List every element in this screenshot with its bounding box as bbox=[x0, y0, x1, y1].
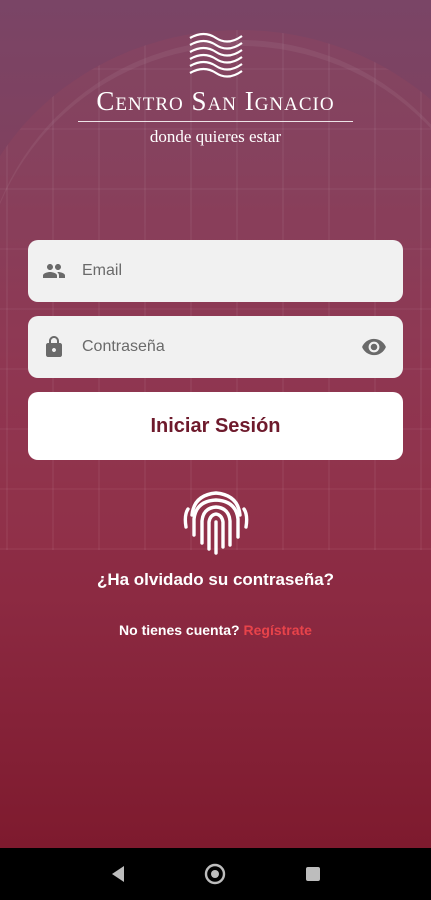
brand-tagline: donde quieres estar bbox=[149, 127, 282, 146]
brand-divider bbox=[78, 121, 353, 122]
email-input[interactable] bbox=[80, 250, 403, 292]
wave-logo-icon bbox=[188, 32, 243, 78]
password-field[interactable] bbox=[28, 316, 403, 378]
email-field[interactable] bbox=[28, 240, 403, 302]
signup-link[interactable]: Regístrate bbox=[244, 622, 312, 638]
signup-row: No tienes cuenta? Regístrate bbox=[0, 622, 431, 638]
password-input[interactable] bbox=[80, 326, 361, 368]
brand-name: Centro San Ignacio bbox=[96, 86, 335, 116]
back-icon[interactable] bbox=[106, 862, 130, 886]
login-screen: Centro San Ignacio donde quieres estar I… bbox=[0, 0, 431, 848]
recents-icon[interactable] bbox=[301, 862, 325, 886]
login-button[interactable]: Iniciar Sesión bbox=[28, 392, 403, 460]
forgot-password-link[interactable]: ¿Ha olvidado su contraseña? bbox=[0, 570, 431, 590]
lock-icon bbox=[46, 336, 62, 357]
home-icon[interactable] bbox=[203, 862, 227, 886]
people-icon bbox=[43, 264, 65, 278]
system-nav-bar bbox=[0, 848, 431, 900]
eye-icon[interactable] bbox=[361, 334, 387, 360]
fingerprint-icon[interactable] bbox=[180, 485, 252, 557]
signup-prompt: No tienes cuenta? bbox=[119, 622, 240, 638]
brand-logo: Centro San Ignacio donde quieres estar bbox=[0, 30, 431, 147]
